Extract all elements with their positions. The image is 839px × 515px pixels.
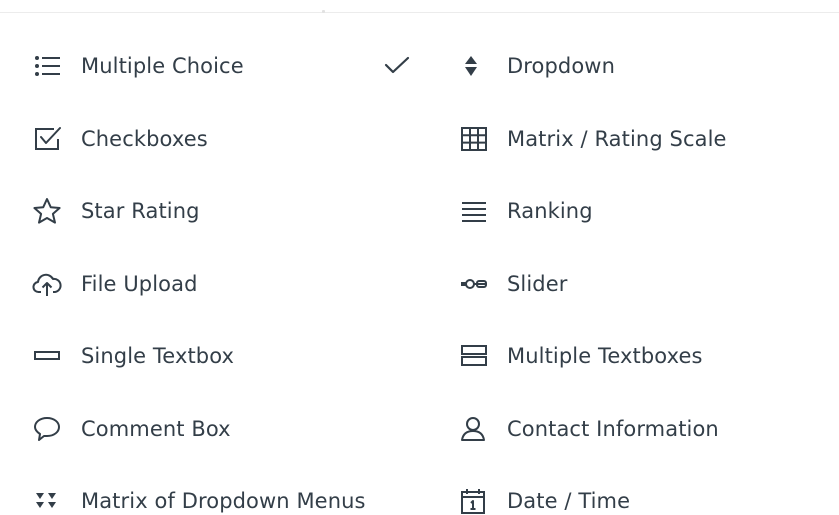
menu-item-label: Single Textbox <box>81 343 235 368</box>
menu-item-comment-box[interactable]: Comment Box <box>32 403 422 455</box>
menu-item-ranking[interactable]: Ranking <box>458 185 818 237</box>
star-icon <box>32 196 66 226</box>
menu-item-contact-information[interactable]: Contact Information <box>458 403 818 455</box>
menu-item-star-rating[interactable]: Star Rating <box>32 185 422 237</box>
menu-item-label: Comment Box <box>81 416 231 441</box>
menu-item-label: Star Rating <box>81 198 200 223</box>
menu-item-multiple-textboxes[interactable]: Multiple Textboxes <box>458 330 818 382</box>
menu-item-label: Matrix of Dropdown Menus <box>81 488 366 513</box>
calendar-icon <box>458 486 492 515</box>
menu-item-multiple-choice[interactable]: Multiple Choice <box>32 40 422 92</box>
menu-item-single-textbox[interactable]: Single Textbox <box>32 330 422 382</box>
matrix-dropdown-icon <box>32 486 66 515</box>
menu-item-label: Slider <box>507 271 568 296</box>
menu-item-label: Ranking <box>507 198 593 223</box>
menu-item-date-time[interactable]: Date / Time <box>458 475 818 515</box>
menu-item-checkboxes[interactable]: Checkboxes <box>32 113 422 165</box>
menu-item-file-upload[interactable]: File Upload <box>32 258 422 310</box>
cloud-upload-icon <box>32 269 66 299</box>
menu-item-dropdown[interactable]: Dropdown <box>458 40 818 92</box>
menu-item-label: Checkboxes <box>81 126 208 151</box>
menu-item-matrix-of-dropdown-menus[interactable]: Matrix of Dropdown Menus <box>32 475 422 515</box>
top-divider <box>0 12 839 13</box>
list-bullets-icon <box>32 51 66 81</box>
slider-icon <box>458 269 492 299</box>
grid-icon <box>458 124 492 154</box>
multiple-textboxes-icon <box>458 341 492 371</box>
menu-item-label: File Upload <box>81 271 198 296</box>
dropdown-arrows-icon <box>458 51 492 81</box>
checkbox-icon <box>32 124 66 154</box>
menu-item-label: Multiple Textboxes <box>507 343 703 368</box>
menu-item-label: Dropdown <box>507 53 615 78</box>
selected-check-icon <box>382 52 412 80</box>
speech-bubble-icon <box>32 414 66 444</box>
menu-item-label: Date / Time <box>507 488 631 513</box>
menu-item-label: Contact Information <box>507 416 719 441</box>
menu-item-slider[interactable]: Slider <box>458 258 818 310</box>
single-textbox-icon <box>32 341 66 371</box>
ranking-lines-icon <box>458 196 492 226</box>
divider-notch <box>322 10 325 13</box>
menu-item-label: Multiple Choice <box>81 53 244 78</box>
person-icon <box>458 414 492 444</box>
menu-item-label: Matrix / Rating Scale <box>507 126 727 151</box>
menu-item-matrix-rating-scale[interactable]: Matrix / Rating Scale <box>458 113 818 165</box>
